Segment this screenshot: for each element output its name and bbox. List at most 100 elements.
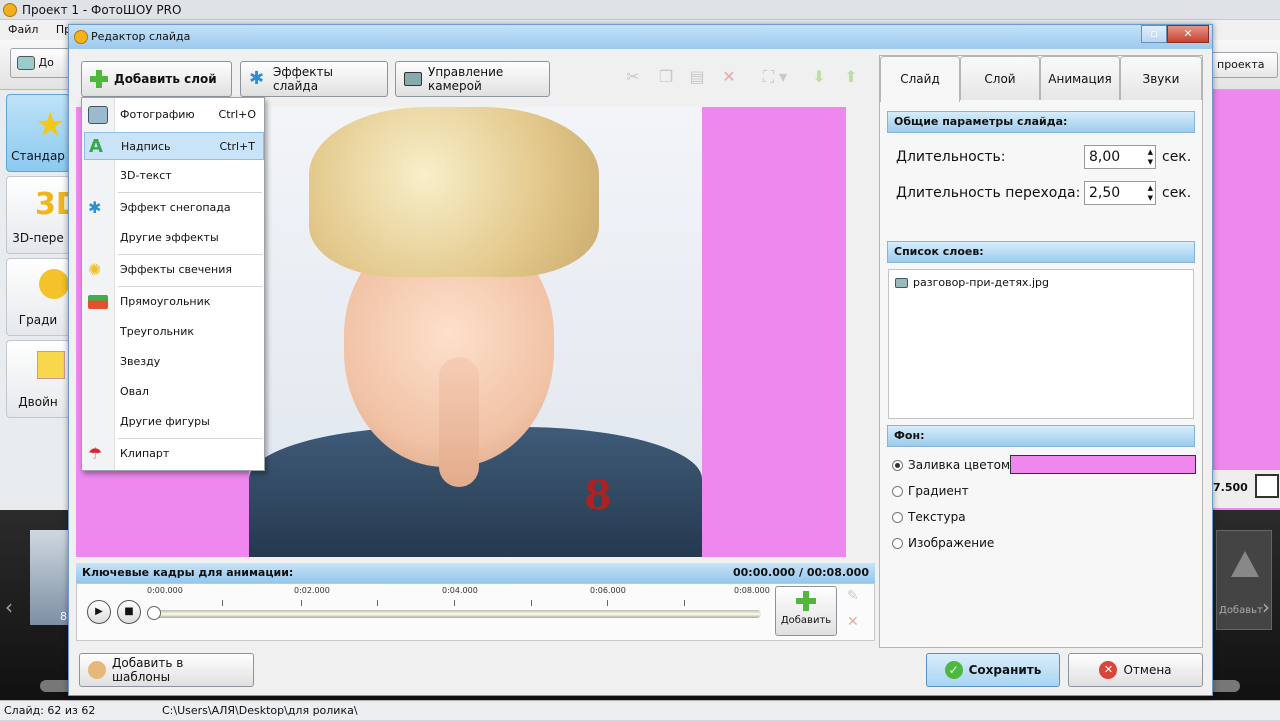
- fill-color-swatch[interactable]: [1010, 455, 1196, 474]
- move-up-icon[interactable]: ⬆: [839, 65, 863, 89]
- menu-item-star[interactable]: Звезду: [84, 348, 264, 376]
- radio-gradient[interactable]: Градиент: [892, 484, 969, 498]
- slide-effects-label: Эффекты слайда: [273, 65, 333, 93]
- layer-name: разговор-при-детях.jpg: [913, 276, 1049, 289]
- timeline: ▶ ■ 0:00.000 0:02.000 0:04.000 0:06.000 …: [76, 583, 875, 641]
- category-double[interactable]: Двойн: [6, 340, 70, 418]
- slide-effects-button[interactable]: ✱ Эффекты слайда: [240, 61, 388, 97]
- status-slide-count: Слайд: 62 из 62: [4, 704, 96, 717]
- spinner-arrows-icon[interactable]: ▲ ▼: [1148, 147, 1153, 167]
- radio-dot: [892, 537, 903, 549]
- category-standard[interactable]: ★ Стандар: [6, 94, 70, 172]
- spinner-arrows-icon[interactable]: ▲ ▼: [1148, 183, 1153, 203]
- slide-photo-layer[interactable]: 8: [249, 107, 702, 557]
- radio-texture[interactable]: Текстура: [892, 510, 966, 524]
- dialog-title: Редактор слайда: [91, 30, 191, 43]
- add-layer-label: Добавить слой: [114, 72, 217, 86]
- cancel-button[interactable]: ✕ Отмена: [1068, 653, 1203, 687]
- menu-item-other-effects[interactable]: Другие эффекты: [84, 224, 264, 252]
- menu-item-glow[interactable]: ✺ Эффекты свечения: [84, 256, 264, 284]
- timeline-track[interactable]: [153, 610, 761, 618]
- tick-label: 0:02.000: [294, 586, 330, 595]
- menu-item-3d-text[interactable]: 3D-текст: [84, 162, 264, 190]
- radio-label: Текстура: [908, 510, 966, 524]
- move-down-icon[interactable]: ⬇: [807, 65, 831, 89]
- plus-icon: [90, 70, 108, 88]
- duration-unit: сек.: [1162, 149, 1192, 165]
- category-gradient[interactable]: Гради: [6, 258, 70, 336]
- tab-layer[interactable]: Слой: [960, 56, 1040, 100]
- main-add-button[interactable]: До: [10, 48, 70, 78]
- radio-fill-color[interactable]: Заливка цветом: [892, 458, 1010, 472]
- fit-dropdown-icon[interactable]: ⛶ ▾: [753, 65, 797, 89]
- tick-mark: [301, 600, 302, 606]
- scroll-left-icon[interactable]: ‹: [5, 595, 13, 619]
- menu-item-other-shapes[interactable]: Другие фигуры: [84, 408, 264, 436]
- menu-item-clipart[interactable]: ☂ Клипарт: [84, 440, 264, 468]
- menu-item-triangle[interactable]: Треугольник: [84, 318, 264, 346]
- photo-shirt-number: 8: [584, 472, 612, 519]
- tab-sounds[interactable]: Звуки: [1120, 56, 1202, 100]
- main-title-bar: Проект 1 - ФотоШОУ PRO: [0, 0, 1280, 20]
- timeline-title: Ключевые кадры для анимации:: [82, 566, 294, 579]
- delete-icon[interactable]: ✕: [717, 65, 741, 89]
- photo-hair: [309, 107, 599, 277]
- add-layer-button[interactable]: Добавить слой: [81, 61, 232, 97]
- tab-animation[interactable]: Анимация: [1040, 56, 1120, 100]
- camera-control-label: Управление камерой: [428, 65, 504, 93]
- fullscreen-icon[interactable]: [1255, 474, 1279, 498]
- user-add-icon: [88, 661, 106, 679]
- tick-label: 0:04.000: [442, 586, 478, 595]
- transition-value: 2,50: [1089, 185, 1121, 201]
- radio-dot: [892, 459, 903, 471]
- menu-item-oval[interactable]: Овал: [84, 378, 264, 406]
- category-3d[interactable]: 3D 3D-пере: [6, 176, 81, 254]
- close-button[interactable]: ✕: [1167, 25, 1209, 43]
- tab-label: Анимация: [1048, 72, 1112, 86]
- radio-image[interactable]: Изображение: [892, 536, 994, 550]
- project-button[interactable]: проекта: [1210, 52, 1278, 78]
- radio-dot: [892, 485, 903, 497]
- menu-item-rectangle[interactable]: Прямоугольник: [84, 288, 264, 316]
- menu-item-label: Овал: [120, 385, 149, 398]
- cut-icon[interactable]: ✂: [621, 65, 645, 89]
- timeline-header: Ключевые кадры для анимации: 00:00.000 /…: [76, 563, 875, 583]
- add-layer-menu: Фотографию Ctrl+O A Надпись Ctrl+T 3D-те…: [81, 97, 265, 471]
- play-button[interactable]: ▶: [87, 600, 111, 624]
- menu-item-snow[interactable]: ✱ Эффект снегопада: [84, 194, 264, 222]
- tab-slide[interactable]: Слайд: [880, 56, 960, 102]
- camera-control-button[interactable]: Управление камерой: [395, 61, 550, 97]
- save-button[interactable]: ✓ Сохранить: [926, 653, 1060, 687]
- dialog-title-bar: Редактор слайда ▫ ✕: [69, 25, 1212, 49]
- glow-icon: ✺: [88, 260, 102, 279]
- stop-button[interactable]: ■: [117, 600, 141, 624]
- add-keyframe-button[interactable]: Добавить: [775, 586, 837, 636]
- menu-item-text[interactable]: A Надпись Ctrl+T: [84, 132, 264, 160]
- menu-item-label: Фотографию: [120, 108, 195, 121]
- menu-separator: [118, 192, 262, 193]
- check-icon: ✓: [944, 661, 963, 679]
- copy-icon[interactable]: ❐: [654, 65, 678, 89]
- snowflake-icon: ✱: [249, 68, 265, 89]
- maximize-button[interactable]: ▫: [1141, 25, 1167, 43]
- menu-file[interactable]: Файл: [8, 23, 38, 36]
- list-item[interactable]: разговор-при-детях.jpg: [895, 276, 1049, 289]
- delete-keyframe-icon[interactable]: ✕: [847, 614, 859, 630]
- tab-label: Слайд: [900, 72, 940, 86]
- layers-list[interactable]: разговор-при-детях.jpg: [888, 269, 1194, 419]
- menu-item-photo[interactable]: Фотографию Ctrl+O: [84, 101, 264, 129]
- app-logo-icon: [3, 3, 17, 17]
- film-add-label: Добавьт: [1219, 605, 1263, 616]
- scroll-right-icon[interactable]: ›: [1262, 595, 1270, 619]
- preview-time: 7.500: [1213, 481, 1248, 494]
- menu-item-label: Другие фигуры: [120, 415, 210, 428]
- edit-keyframe-icon[interactable]: ✎: [847, 588, 859, 604]
- text-a-icon: A: [89, 136, 103, 157]
- timeline-thumb[interactable]: [147, 606, 161, 620]
- transition-spinner[interactable]: 2,50 ▲ ▼: [1084, 181, 1156, 205]
- category-double-label: Двойн: [18, 395, 58, 409]
- radio-label: Изображение: [908, 536, 995, 550]
- add-to-templates-button[interactable]: Добавить в шаблоны: [79, 653, 254, 687]
- paste-icon[interactable]: ▤: [685, 65, 709, 89]
- duration-spinner[interactable]: 8,00 ▲ ▼: [1084, 145, 1156, 169]
